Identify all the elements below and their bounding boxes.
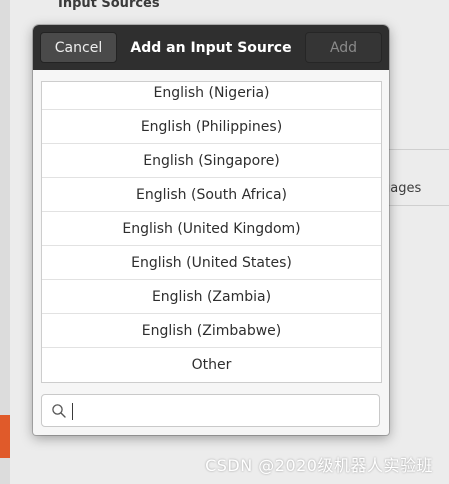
background-divider bbox=[380, 205, 449, 206]
list-item[interactable]: English (Nigeria) bbox=[42, 82, 381, 110]
list-item[interactable]: English (United States) bbox=[42, 246, 381, 280]
search-input[interactable] bbox=[78, 399, 372, 425]
list-item[interactable]: English (Zambia) bbox=[42, 280, 381, 314]
text-caret bbox=[72, 403, 73, 420]
sidebar-selected-indicator bbox=[0, 415, 10, 458]
input-sources-heading: Input Sources bbox=[58, 0, 160, 11]
input-source-list[interactable]: English (Nigeria) English (Philippines) En… bbox=[41, 81, 382, 383]
list-item[interactable]: English (Singapore) bbox=[42, 144, 381, 178]
list-item[interactable]: Other bbox=[42, 348, 381, 382]
background-divider bbox=[380, 149, 449, 150]
list-scroll-content: English (Nigeria) English (Philippines) En… bbox=[42, 82, 381, 382]
add-input-source-dialog: Add an Input Source Cancel Add English (… bbox=[33, 25, 389, 435]
list-item[interactable]: English (United Kingdom) bbox=[42, 212, 381, 246]
search-field[interactable] bbox=[41, 394, 380, 427]
list-item[interactable]: English (South Africa) bbox=[42, 178, 381, 212]
add-button[interactable]: Add bbox=[305, 32, 382, 63]
list-item[interactable]: English (Philippines) bbox=[42, 110, 381, 144]
list-item[interactable]: English (Zimbabwe) bbox=[42, 314, 381, 348]
cancel-button[interactable]: Cancel bbox=[40, 32, 117, 63]
search-icon bbox=[52, 404, 66, 418]
settings-sidebar-edge bbox=[0, 0, 10, 484]
csdn-watermark: CSDN @2020级机器人实验班 bbox=[205, 456, 433, 475]
dialog-header: Add an Input Source Cancel Add bbox=[33, 25, 389, 70]
